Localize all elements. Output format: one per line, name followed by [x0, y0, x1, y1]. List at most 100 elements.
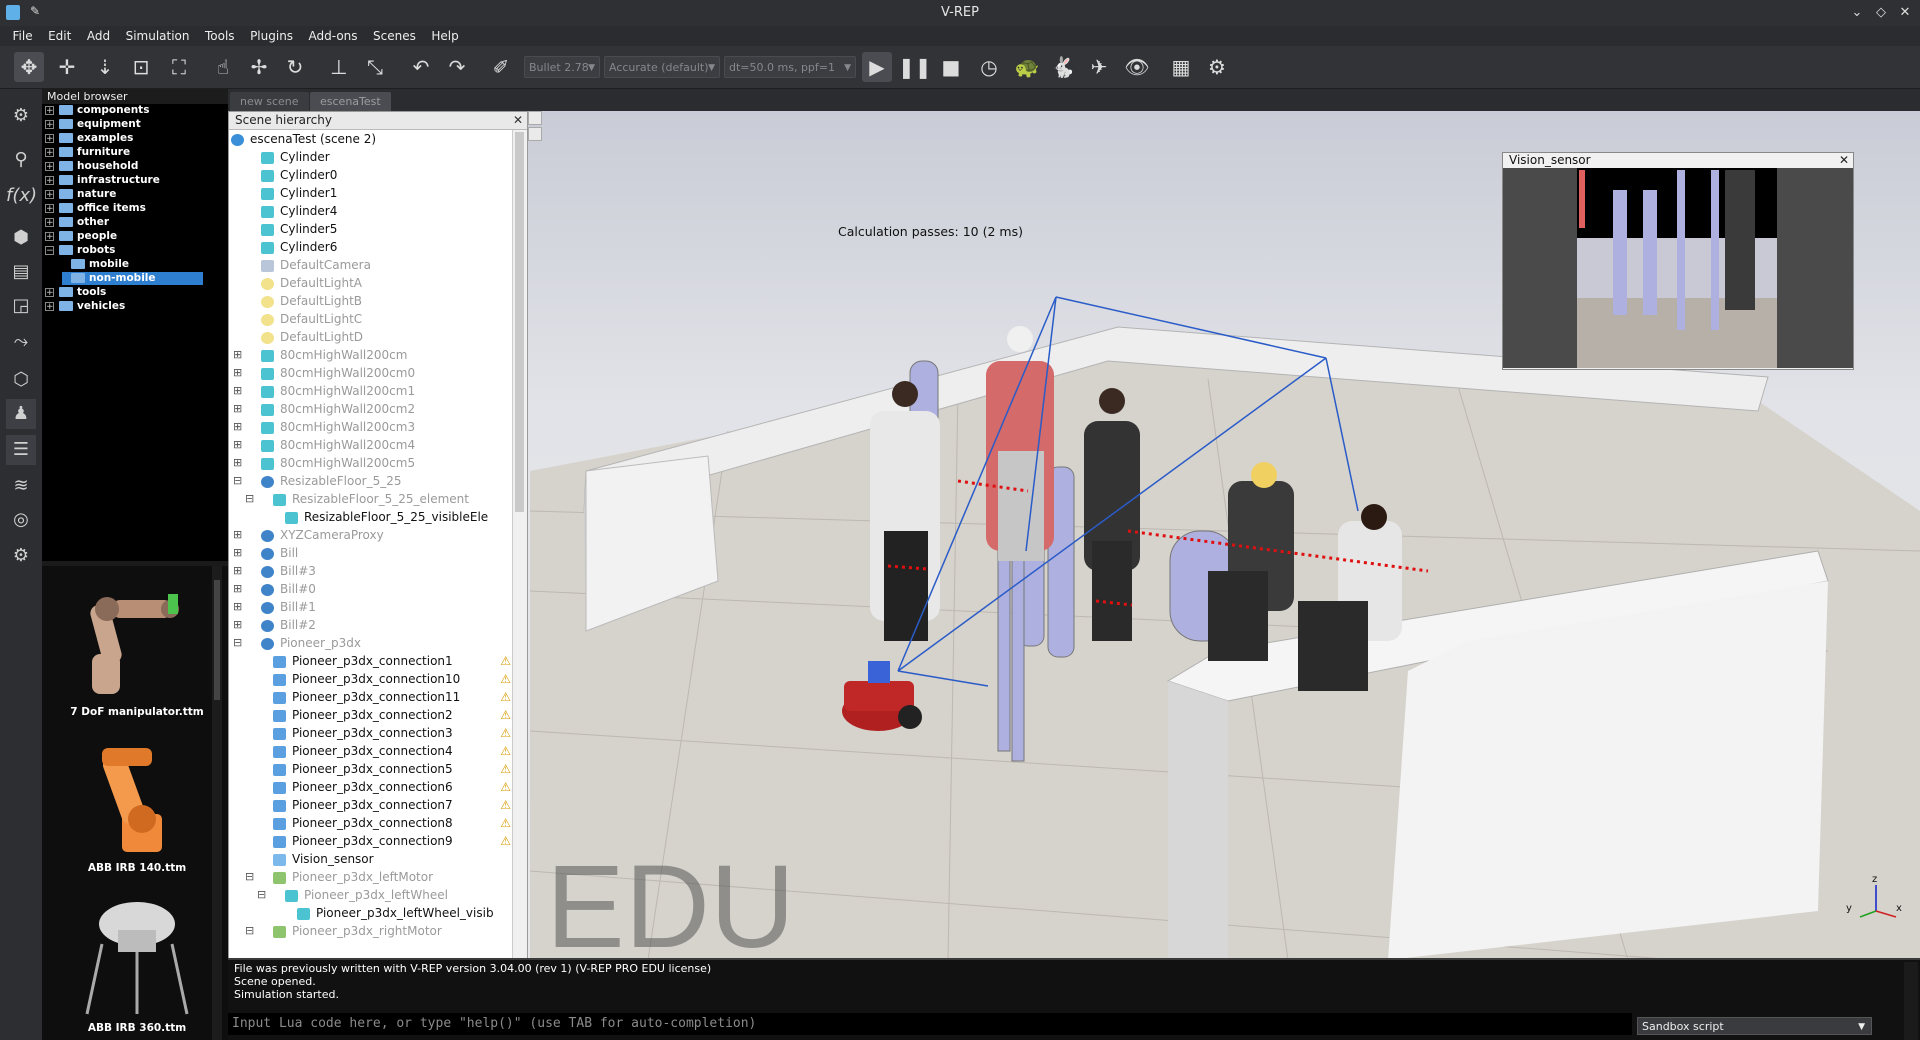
hierarchy-item[interactable]: Pioneer_p3dx_connection5 ⚠ [233, 760, 513, 778]
model-folder-nature[interactable]: + nature [45, 188, 116, 201]
simulation-settings-icon[interactable]: ⚙ [6, 101, 36, 131]
hierarchy-item[interactable]: Cylinder1 [233, 184, 513, 202]
realtime-mode-icon[interactable]: ◷ [974, 52, 1004, 82]
page-selector-icon[interactable]: ▦ [1166, 52, 1196, 82]
model-folder-components[interactable]: + components [45, 104, 149, 117]
hierarchy-item[interactable]: ⊞ 80cmHighWall200cm3 [233, 418, 513, 436]
hierarchy-item[interactable]: ⊞ Bill#2 [233, 616, 513, 634]
hierarchy-item[interactable]: ⊞ Bill [233, 544, 513, 562]
model-folder-infrastructure[interactable]: + infrastructure [45, 174, 160, 187]
hierarchy-item[interactable]: ⊟ ResizableFloor_5_25_element [233, 490, 513, 508]
model-thumbnail-irb360[interactable]: ABB IRB 360.ttm [52, 894, 222, 1040]
expand-icon[interactable]: + [45, 301, 54, 311]
menu-file[interactable]: File [7, 26, 39, 46]
hierarchy-item[interactable]: Pioneer_p3dx_connection1 ⚠ [233, 652, 513, 670]
layers-icon[interactable]: ≋ [6, 471, 36, 501]
viewport-scroll-button[interactable] [528, 127, 542, 141]
expand-icon[interactable]: ⊞ [233, 616, 242, 634]
model-folder-other[interactable]: + other [45, 216, 109, 229]
collapse-icon[interactable]: ⊟ [233, 472, 242, 490]
collapse-icon[interactable]: − [45, 245, 54, 255]
visualization-toggle-icon[interactable]: 👁 [1122, 52, 1152, 82]
expand-icon[interactable]: ⊞ [233, 544, 242, 562]
minimize-icon[interactable]: ⌄ [1848, 4, 1866, 22]
hierarchy-item[interactable]: Pioneer_p3dx_connection7 ⚠ [233, 796, 513, 814]
threaded-rendering-icon[interactable]: ✈ [1084, 52, 1114, 82]
hierarchy-item[interactable]: Pioneer_p3dx_leftWheel_visib [233, 904, 513, 922]
transfer-dna-icon[interactable]: ⤡ [360, 52, 390, 82]
menu-add[interactable]: Add [81, 26, 116, 46]
hierarchy-item[interactable]: Pioneer_p3dx_connection3 ⚠ [233, 724, 513, 742]
expand-icon[interactable]: + [45, 203, 54, 213]
hierarchy-item[interactable]: ⊞ 80cmHighWall200cm1 [233, 382, 513, 400]
tab-new-scene[interactable]: new scene [230, 92, 309, 111]
hierarchy-item[interactable]: DefaultLightD [233, 328, 513, 346]
hierarchy-item[interactable]: Cylinder [233, 148, 513, 166]
accuracy-select[interactable]: Accurate (default) ▼ [604, 56, 720, 78]
hierarchy-item[interactable]: ⊞ 80cmHighWall200cm0 [233, 364, 513, 382]
menu-simulation[interactable]: Simulation [120, 26, 196, 46]
model-folder-tools[interactable]: + tools [45, 286, 106, 299]
expand-icon[interactable]: ⊞ [233, 418, 242, 436]
fit-to-view-icon[interactable]: ⛶ [164, 52, 194, 82]
vision-sensor-view[interactable]: Vision_sensor ✕ [1502, 152, 1854, 370]
undo-icon[interactable]: ↶ [406, 52, 436, 82]
hierarchy-item[interactable]: ⊞ 80cmHighWall200cm2 [233, 400, 513, 418]
menu-edit[interactable]: Edit [42, 26, 77, 46]
menu-tools[interactable]: Tools [199, 26, 241, 46]
model-folder-robots[interactable]: − robots [45, 244, 115, 257]
menu-addons[interactable]: Add-ons [303, 26, 364, 46]
camera-pan-icon[interactable]: ✥ [14, 52, 44, 82]
expand-icon[interactable]: + [45, 133, 54, 143]
expand-icon[interactable]: + [45, 161, 54, 171]
hierarchy-item[interactable]: ⊟ Pioneer_p3dx_leftMotor [233, 868, 513, 886]
model-folder-household[interactable]: + household [45, 160, 138, 173]
expand-icon[interactable]: ⊞ [233, 400, 242, 418]
object-rotate-icon[interactable]: ↻ [280, 52, 310, 82]
expand-icon[interactable]: ⊞ [233, 436, 242, 454]
timestep-select[interactable]: dt=50.0 ms, ppf=1 ▼ [724, 56, 856, 78]
redo-icon[interactable]: ↷ [442, 52, 472, 82]
hierarchy-item[interactable]: ⊞ Bill#0 [233, 580, 513, 598]
scrollbar-thumb[interactable] [214, 580, 220, 700]
menu-help[interactable]: Help [425, 26, 464, 46]
camera-shift-icon[interactable]: ⇣ [90, 52, 120, 82]
click-select-icon[interactable]: ☝ [208, 52, 238, 82]
expand-icon[interactable]: + [45, 147, 54, 157]
model-folder-mobile[interactable]: mobile [62, 258, 129, 271]
video-recorder-icon[interactable]: ◎ [6, 505, 36, 535]
tab-escenatest[interactable]: escenaTest [310, 92, 391, 111]
stop-simulation-button[interactable]: ■ [936, 52, 966, 82]
maximize-icon[interactable]: ◇ [1872, 4, 1890, 22]
view-selector-icon[interactable]: ⚙ [1202, 52, 1232, 82]
expand-icon[interactable]: ⊞ [233, 580, 242, 598]
scripts-icon[interactable]: ▤ [6, 257, 36, 287]
expand-icon[interactable]: ⊞ [233, 382, 242, 400]
hierarchy-item[interactable]: Pioneer_p3dx_connection10 ⚠ [233, 670, 513, 688]
expand-icon[interactable]: + [45, 189, 54, 199]
expand-icon[interactable]: + [45, 119, 54, 129]
selection-icon[interactable]: ⬡ [6, 365, 36, 395]
expand-icon[interactable]: ⊞ [233, 562, 242, 580]
hierarchy-item[interactable]: DefaultLightA [233, 274, 513, 292]
hierarchy-item[interactable]: ⊟ Pioneer_p3dx [233, 634, 513, 652]
camera-zoom-icon[interactable]: ⊡ [126, 52, 156, 82]
close-icon[interactable]: ✕ [1839, 153, 1849, 168]
model-folder-people[interactable]: + people [45, 230, 117, 243]
hierarchy-item[interactable]: Vision_sensor [233, 850, 513, 868]
hierarchy-item[interactable]: DefaultLightC [233, 310, 513, 328]
collapse-icon[interactable]: ⊟ [233, 634, 242, 652]
expand-icon[interactable]: ⊞ [233, 454, 242, 472]
model-folder-non-mobile[interactable]: non-mobile [62, 272, 203, 285]
expand-icon[interactable]: ⊞ [233, 364, 242, 382]
search-icon[interactable]: ⚲ [6, 145, 36, 175]
hierarchy-scrollbar[interactable] [512, 130, 527, 960]
physics-engine-select[interactable]: Bullet 2.78 ▼ [524, 56, 600, 78]
model-folder-office-items[interactable]: + office items [45, 202, 146, 215]
hierarchy-item[interactable]: Cylinder5 [233, 220, 513, 238]
expand-icon[interactable]: ⊞ [233, 526, 242, 544]
hierarchy-root[interactable]: escenaTest (scene 2) [231, 130, 376, 148]
model-thumbnail-irb140[interactable]: ABB IRB 140.ttm [52, 734, 222, 884]
hierarchy-item[interactable]: ⊞ Bill#1 [233, 598, 513, 616]
thumbnails-scrollbar[interactable] [212, 566, 222, 1040]
